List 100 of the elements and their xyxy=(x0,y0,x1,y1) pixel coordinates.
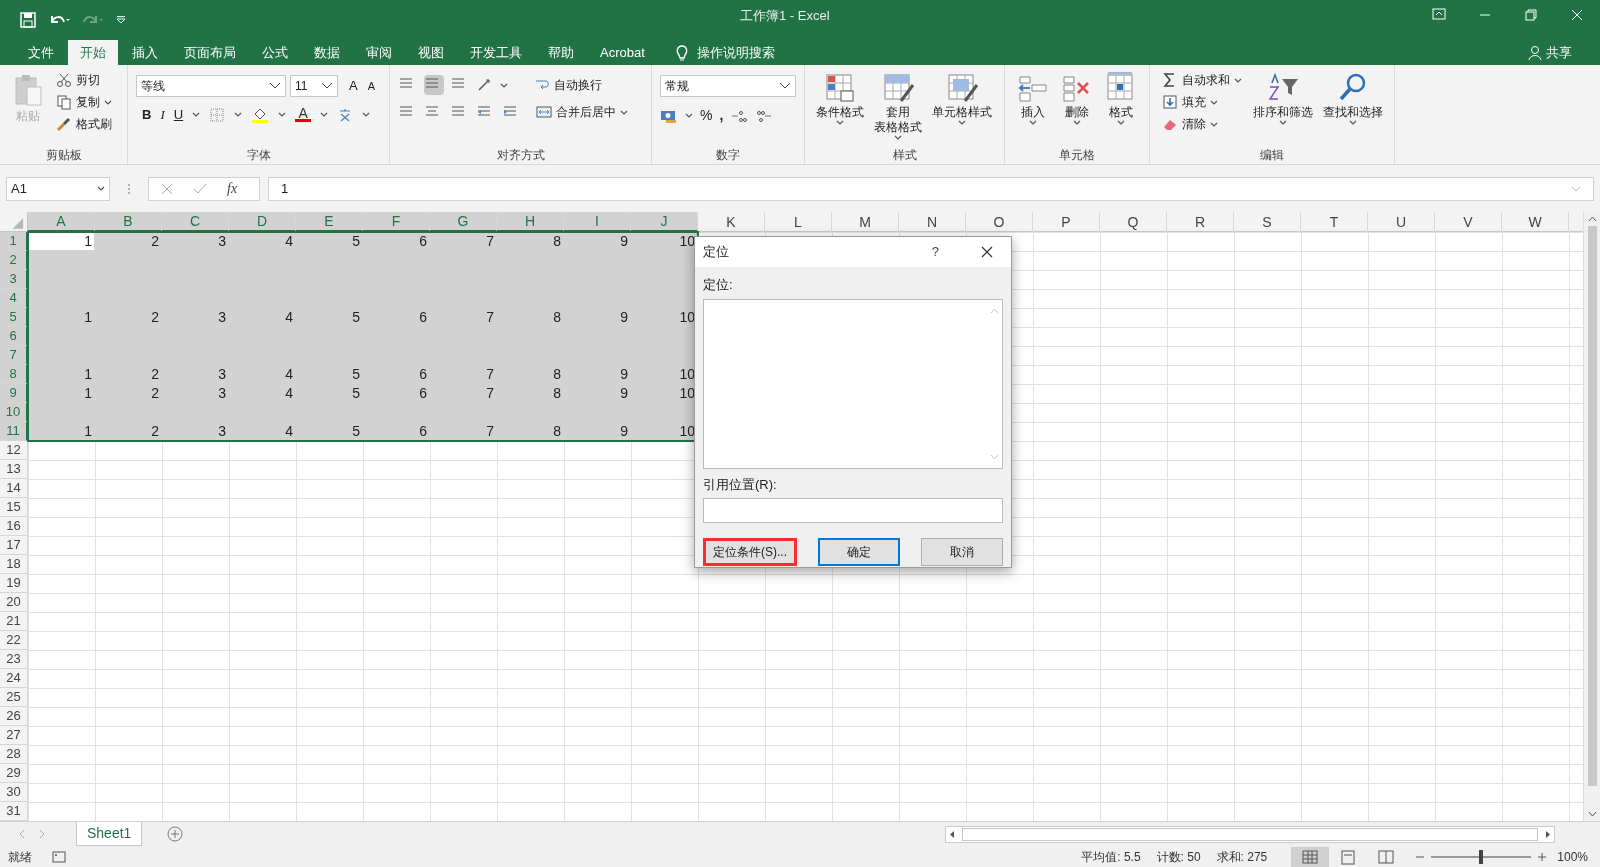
row-header[interactable]: 20 xyxy=(0,593,28,612)
clipboard-button[interactable]: 复制 xyxy=(52,91,116,113)
editing-button[interactable]: 自动求和 xyxy=(1158,69,1246,91)
clipboard-button[interactable]: 格式刷 xyxy=(52,113,116,135)
column-header[interactable]: G xyxy=(430,212,497,232)
row-header[interactable]: 11 xyxy=(0,422,28,441)
scroll-up-icon[interactable] xyxy=(1587,216,1597,222)
caret-icon[interactable] xyxy=(620,109,628,115)
row-header[interactable]: 8 xyxy=(0,365,28,384)
caret-icon[interactable] xyxy=(104,99,112,105)
menu-tab[interactable]: 视图 xyxy=(406,40,456,65)
table-cell[interactable]: 3 xyxy=(162,232,229,251)
wrap-text-button[interactable]: 自动换行 xyxy=(534,76,602,94)
caret-icon[interactable] xyxy=(958,120,967,125)
table-cell[interactable]: 3 xyxy=(162,422,229,441)
menu-tab[interactable]: 开发工具 xyxy=(458,40,534,65)
table-cell[interactable]: 3 xyxy=(162,384,229,403)
menu-tab[interactable]: 数据 xyxy=(302,40,352,65)
row-header[interactable]: 3 xyxy=(0,270,28,289)
ribbon-button[interactable]: 删除 xyxy=(1057,69,1097,146)
caret-icon[interactable] xyxy=(1029,120,1037,125)
table-cell[interactable]: 1 xyxy=(28,422,95,441)
name-box[interactable]: A1 xyxy=(6,176,110,201)
row-header[interactable]: 9 xyxy=(0,384,28,403)
grow-font-button[interactable]: A xyxy=(346,76,361,96)
table-cell[interactable]: 9 xyxy=(564,232,631,251)
editing-button[interactable]: 清除 xyxy=(1158,113,1246,135)
table-cell[interactable]: 8 xyxy=(497,232,564,251)
table-cell[interactable]: 5 xyxy=(296,308,363,327)
font-name-field[interactable]: 等线 xyxy=(136,75,286,97)
table-cell[interactable]: 1 xyxy=(28,365,95,384)
column-header[interactable]: F xyxy=(363,212,430,232)
table-cell[interactable]: 8 xyxy=(497,365,564,384)
table-cell[interactable]: 8 xyxy=(497,308,564,327)
table-cell[interactable]: 5 xyxy=(296,232,363,251)
ribbon-button[interactable]: 条件格式 xyxy=(813,69,867,146)
zoom-level[interactable]: 100% xyxy=(1557,848,1588,866)
row-header[interactable]: 17 xyxy=(0,536,28,555)
menu-tab[interactable]: 审阅 xyxy=(354,40,404,65)
caret-icon[interactable] xyxy=(1349,120,1357,125)
row-header[interactable]: 21 xyxy=(0,612,28,631)
table-cell[interactable]: 1 xyxy=(28,232,95,251)
row-header[interactable]: 15 xyxy=(0,498,28,517)
row-header[interactable]: 23 xyxy=(0,650,28,669)
table-cell[interactable]: 6 xyxy=(363,308,430,327)
row-header[interactable]: 12 xyxy=(0,441,28,460)
sheet-tab[interactable]: Sheet1 xyxy=(76,821,143,847)
table-cell[interactable]: 9 xyxy=(564,308,631,327)
menu-tab[interactable]: 帮助 xyxy=(536,40,586,65)
row-header[interactable]: 28 xyxy=(0,745,28,764)
table-cell[interactable]: 2 xyxy=(95,308,162,327)
table-cell[interactable]: 3 xyxy=(162,365,229,384)
scroll-down-icon[interactable] xyxy=(1587,811,1597,817)
menu-tab[interactable]: 文件 xyxy=(16,40,66,65)
row-header[interactable]: 24 xyxy=(0,669,28,688)
caret-icon[interactable] xyxy=(1234,77,1242,83)
row-header[interactable]: 6 xyxy=(0,327,28,346)
middle-align-icon[interactable] xyxy=(424,75,444,95)
table-cell[interactable]: 3 xyxy=(162,308,229,327)
row-header[interactable]: 2 xyxy=(0,251,28,270)
caret-icon[interactable] xyxy=(234,112,243,118)
caret-icon[interactable] xyxy=(362,112,371,118)
table-cell[interactable]: 7 xyxy=(430,422,497,441)
table-cell[interactable]: 4 xyxy=(229,384,296,403)
table-cell[interactable]: 4 xyxy=(229,422,296,441)
horizontal-scrollbar[interactable] xyxy=(945,825,1555,843)
menu-tab[interactable]: 开始 xyxy=(68,40,118,65)
editing-button[interactable]: 填充 xyxy=(1158,91,1246,113)
row-header[interactable]: 25 xyxy=(0,688,28,707)
table-cell[interactable]: 9 xyxy=(564,365,631,384)
row-header[interactable]: 1 xyxy=(0,232,28,251)
cancel-icon[interactable] xyxy=(161,182,173,195)
table-cell[interactable]: 5 xyxy=(296,384,363,403)
normal-view-icon[interactable] xyxy=(1291,847,1330,867)
caret-icon[interactable] xyxy=(1210,121,1218,127)
help-button[interactable]: ? xyxy=(931,242,939,262)
percent-button[interactable]: % xyxy=(700,105,713,126)
column-header[interactable]: A xyxy=(28,212,95,232)
dialog-button[interactable]: 确定 xyxy=(818,538,900,566)
table-cell[interactable]: 9 xyxy=(564,384,631,403)
caret-icon[interactable] xyxy=(97,186,105,191)
table-cell[interactable]: 6 xyxy=(363,422,430,441)
table-cell[interactable]: 2 xyxy=(95,384,162,403)
table-cell[interactable]: 7 xyxy=(430,365,497,384)
row-header[interactable]: 4 xyxy=(0,289,28,308)
zoom-slider[interactable] xyxy=(1479,850,1484,864)
row-header[interactable]: 29 xyxy=(0,764,28,783)
row-header[interactable]: 10 xyxy=(0,403,28,422)
caret-icon[interactable] xyxy=(500,82,508,88)
insert-function-button[interactable]: fx xyxy=(227,178,238,199)
column-header[interactable]: J xyxy=(631,212,698,232)
table-cell[interactable]: 2 xyxy=(95,365,162,384)
search-hint[interactable]: 操作说明搜索 xyxy=(696,42,775,63)
table-cell[interactable]: 4 xyxy=(229,232,296,251)
table-cell[interactable]: 6 xyxy=(363,384,430,403)
table-cell[interactable]: 6 xyxy=(363,232,430,251)
ribbon-button[interactable]: 单元格样式 xyxy=(928,69,996,146)
font-color-button[interactable]: A xyxy=(295,107,312,123)
table-cell[interactable]: 9 xyxy=(564,422,631,441)
column-header[interactable]: C xyxy=(162,212,229,232)
